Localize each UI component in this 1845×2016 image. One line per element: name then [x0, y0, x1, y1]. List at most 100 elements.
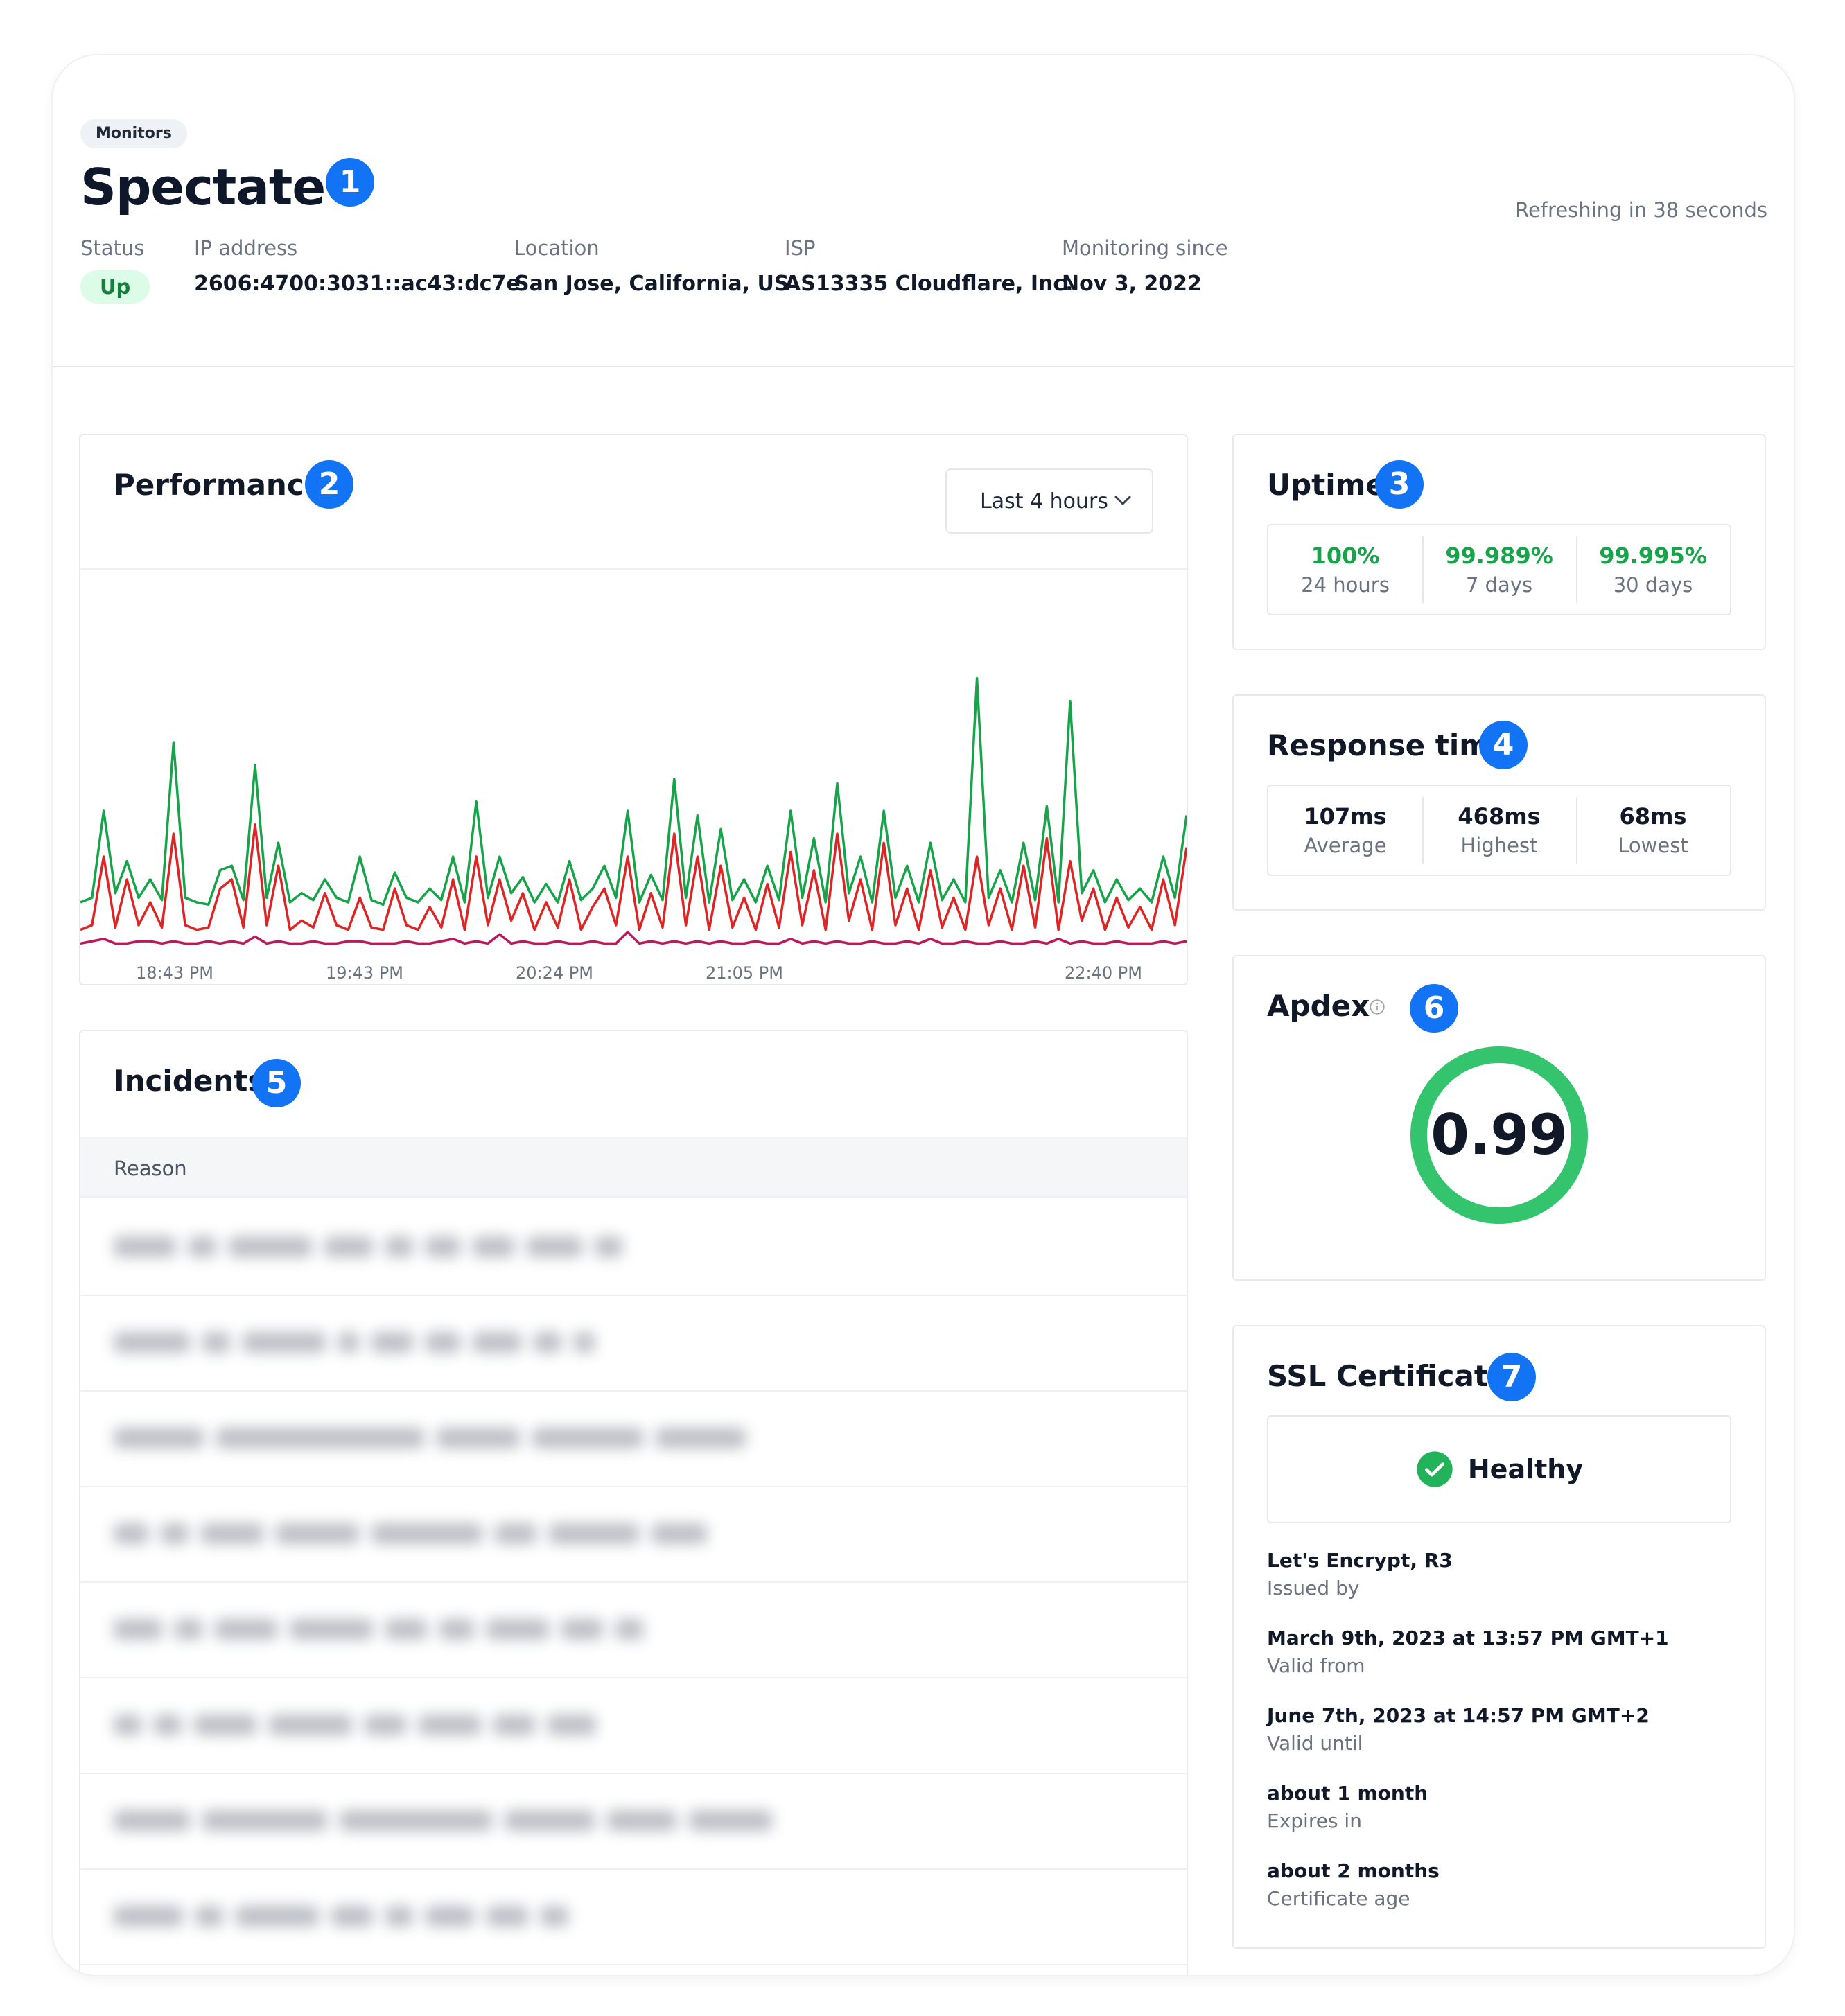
table-row[interactable]	[80, 1870, 1187, 1965]
uptime-value: 100%	[1311, 543, 1380, 569]
uptime-panel: Uptime 3 100% 24 hours 99.989% 7 days 99…	[1232, 434, 1766, 650]
chart-x-tick-label: 22:40 PM	[1065, 963, 1142, 983]
uptime-stat-7d: 99.989% 7 days	[1422, 525, 1576, 614]
since-field: Monitoring since Nov 3, 2022	[1062, 234, 1228, 298]
ip-field: IP address 2606:4700:3031::ac43:dc7e	[194, 234, 521, 298]
table-row[interactable]	[80, 1296, 1187, 1392]
chevron-down-icon	[1114, 496, 1131, 505]
incident-reason-obscured	[114, 1906, 581, 1927]
table-row[interactable]	[80, 1200, 1187, 1296]
breadcrumb[interactable]: Monitors	[80, 119, 187, 148]
ssl-title: SSL Certificate	[1267, 1359, 1508, 1393]
ssl-label: Expires in	[1267, 1809, 1362, 1832]
response-label: Lowest	[1618, 834, 1688, 857]
time-range-dropdown[interactable]: Last 4 hours	[945, 468, 1153, 534]
chart-series-line	[80, 676, 1188, 906]
ip-label: IP address	[194, 236, 298, 260]
performance-title: Performance	[114, 468, 324, 502]
response-stat-highest: 468ms Highest	[1422, 786, 1576, 875]
chart-x-tick-label: 18:43 PM	[136, 963, 213, 983]
callout-badge-5: 5	[252, 1059, 301, 1107]
callout-badge-6: 6	[1410, 984, 1458, 1033]
incidents-panel: Incidents 5 Reason	[79, 1030, 1188, 1975]
time-range-label: Last 4 hours	[980, 489, 1108, 514]
incident-reason-obscured	[114, 1428, 758, 1448]
chart-series-line	[80, 931, 1187, 945]
table-row[interactable]	[80, 1487, 1187, 1583]
incident-reason-obscured	[114, 1715, 609, 1735]
response-time-panel: Response time 4 107ms Average 468ms High…	[1232, 694, 1766, 911]
uptime-period: 24 hours	[1301, 573, 1390, 597]
status-label: Status	[80, 236, 145, 260]
header-divider	[53, 366, 1794, 367]
isp-value: AS13335 Cloudflare, Inc.	[785, 272, 1074, 296]
info-icon[interactable]	[1368, 998, 1386, 1016]
incident-reason-obscured	[114, 1523, 719, 1544]
response-value: 468ms	[1458, 803, 1541, 830]
monitor-page: Monitors Spectate 1 Refreshing in 38 sec…	[53, 55, 1794, 1975]
uptime-period: 7 days	[1465, 573, 1533, 597]
ssl-expires-in: about 1 month Expires in	[1267, 1780, 1428, 1835]
status-field: Status Up	[80, 234, 150, 304]
response-value: 68ms	[1619, 803, 1687, 830]
uptime-title: Uptime	[1267, 468, 1385, 502]
ssl-issued-by: Let's Encrypt, R3 Issued by	[1267, 1547, 1453, 1602]
callout-badge-2: 2	[305, 460, 353, 509]
response-time-title: Response time	[1267, 728, 1510, 762]
callout-badge-4: 4	[1479, 721, 1528, 769]
response-value: 107ms	[1304, 803, 1387, 830]
uptime-stats: 100% 24 hours 99.989% 7 days 99.995% 30 …	[1267, 524, 1731, 615]
response-stat-average: 107ms Average	[1268, 786, 1422, 875]
ssl-status-box: Healthy	[1267, 1415, 1731, 1523]
response-label: Average	[1304, 834, 1387, 857]
location-field: Location San Jose, California, US	[514, 234, 789, 298]
uptime-value: 99.989%	[1445, 543, 1553, 569]
response-stat-lowest: 68ms Lowest	[1576, 786, 1730, 875]
ssl-panel: SSL Certificate 7 Healthy Let's Encrypt,…	[1232, 1325, 1766, 1949]
ssl-status-label: Healthy	[1467, 1454, 1584, 1484]
check-circle-icon	[1417, 1451, 1453, 1487]
chart-x-tick-label: 20:24 PM	[516, 963, 593, 983]
ssl-valid-from: March 9th, 2023 at 13:57 PM GMT+1 Valid …	[1267, 1624, 1669, 1680]
uptime-stat-30d: 99.995% 30 days	[1576, 525, 1730, 614]
callout-badge-1: 1	[326, 158, 374, 207]
location-value: San Jose, California, US	[514, 272, 789, 296]
apdex-value: 0.99	[1431, 1103, 1568, 1167]
chart-x-tick-label: 21:05 PM	[706, 963, 783, 983]
page-title: Spectate	[80, 158, 326, 216]
refresh-countdown: Refreshing in 38 seconds	[1515, 198, 1767, 222]
performance-chart-svg: 18:43 PM 19:43 PM 20:24 PM 21:05 PM 22:40 PM	[80, 676, 1188, 983]
ssl-value: about 2 months	[1267, 1859, 1440, 1882]
isp-label: ISP	[785, 236, 816, 260]
uptime-period: 30 days	[1613, 573, 1693, 597]
status-badge: Up	[80, 270, 150, 304]
apdex-title: Apdex	[1267, 989, 1370, 1023]
incidents-column-reason[interactable]: Reason	[80, 1137, 1187, 1198]
ssl-certificate-age: about 2 months Certificate age	[1267, 1857, 1440, 1913]
performance-panel: Performance 2 Last 4 hours 18:43 PM 19:43…	[79, 434, 1189, 985]
apdex-panel: Apdex 6 0.99	[1232, 955, 1766, 1281]
ssl-label: Valid from	[1267, 1654, 1365, 1677]
table-row[interactable]	[80, 1678, 1187, 1774]
callout-badge-7: 7	[1487, 1353, 1536, 1401]
response-label: Highest	[1460, 834, 1538, 857]
ssl-value: Let's Encrypt, R3	[1267, 1549, 1453, 1572]
response-stats: 107ms Average 468ms Highest 68ms Lowest	[1267, 785, 1731, 876]
table-row[interactable]	[80, 1583, 1187, 1678]
performance-chart[interactable]: 18:43 PM 19:43 PM 20:24 PM 21:05 PM 22:40 PM	[80, 568, 1189, 984]
table-row[interactable]	[80, 1774, 1187, 1870]
uptime-stat-24h: 100% 24 hours	[1268, 525, 1422, 614]
ssl-value: June 7th, 2023 at 14:57 PM GMT+2	[1267, 1704, 1650, 1727]
ssl-valid-until: June 7th, 2023 at 14:57 PM GMT+2 Valid u…	[1267, 1702, 1650, 1758]
since-label: Monitoring since	[1062, 236, 1228, 260]
table-row[interactable]	[80, 1392, 1187, 1487]
incident-reason-obscured	[114, 1810, 785, 1831]
uptime-value: 99.995%	[1599, 543, 1707, 569]
incidents-title: Incidents	[114, 1064, 265, 1098]
ssl-label: Valid until	[1267, 1732, 1363, 1755]
callout-badge-3: 3	[1375, 460, 1424, 509]
ip-value: 2606:4700:3031::ac43:dc7e	[194, 272, 521, 296]
ssl-label: Certificate age	[1267, 1887, 1410, 1910]
ssl-value: March 9th, 2023 at 13:57 PM GMT+1	[1267, 1627, 1669, 1649]
incident-reason-obscured	[114, 1332, 607, 1353]
